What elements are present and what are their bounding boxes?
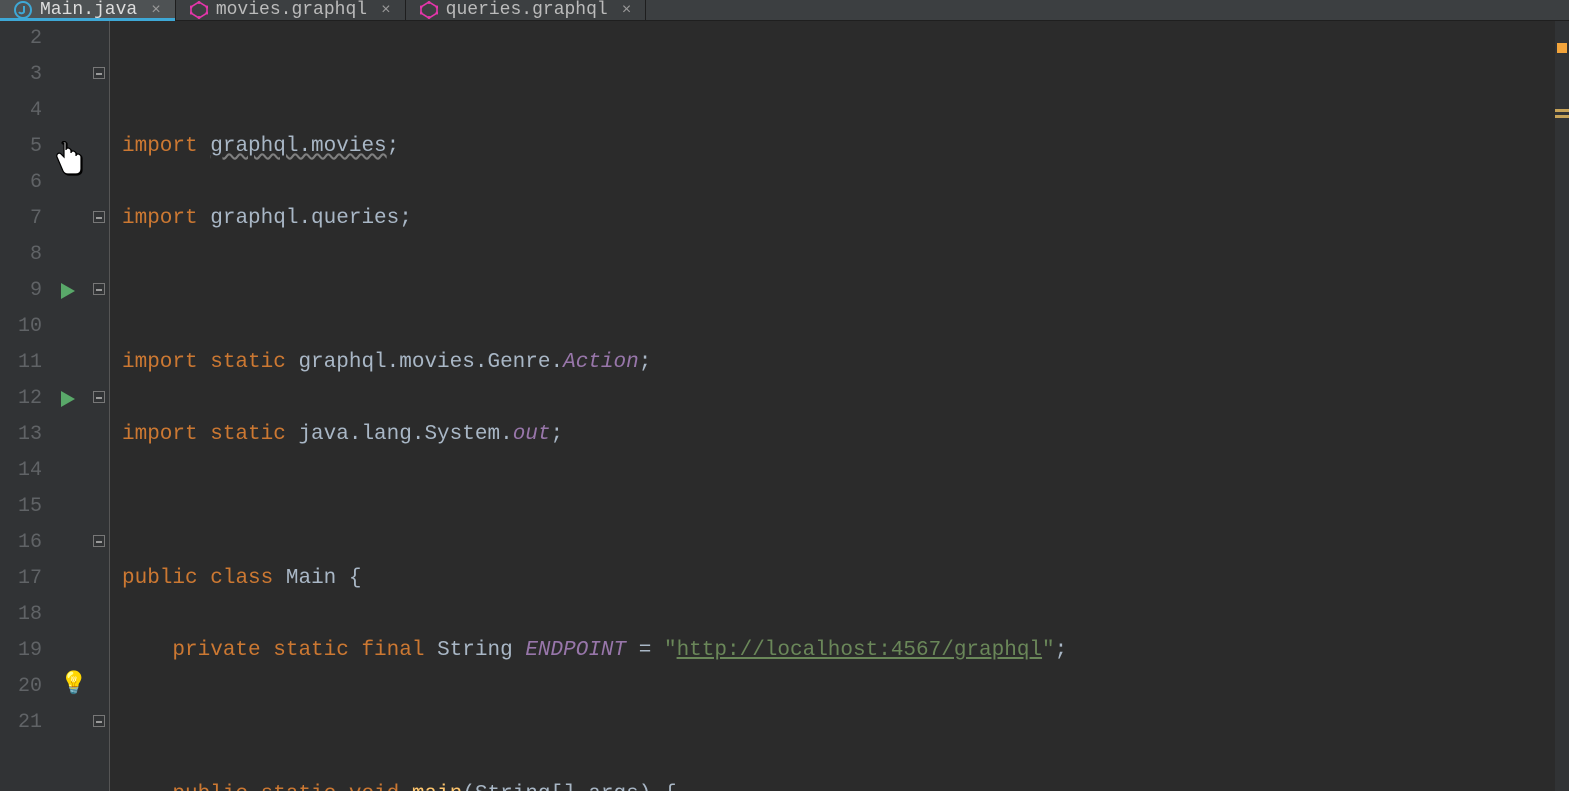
line-number: 5 (0, 129, 42, 165)
tab-label: queries.graphql (446, 0, 608, 20)
tab-label: Main.java (40, 0, 137, 20)
intention-bulb-icon[interactable]: 💡 (60, 671, 87, 697)
minimap-marker[interactable] (1555, 109, 1569, 112)
line-number: 7 (0, 201, 42, 237)
line-number-gutter[interactable]: 2 3 4 5 6 7 8 9 10 11 12 13 14 15 16 17 … (0, 21, 52, 791)
line-number: 4 (0, 93, 42, 129)
line-number: 2 (0, 21, 42, 57)
run-line-icon[interactable] (61, 391, 75, 407)
line-number: 21 (0, 705, 42, 741)
graphql-file-icon (420, 1, 438, 19)
line-number: 10 (0, 309, 42, 345)
line-number: 9 (0, 273, 42, 309)
minimap-marker[interactable] (1555, 115, 1569, 118)
tab-movies-graphql[interactable]: movies.graphql × (176, 0, 406, 20)
line-number: 17 (0, 561, 42, 597)
line-number: 3 (0, 57, 42, 93)
fold-toggle-icon[interactable] (93, 715, 105, 727)
close-icon[interactable]: × (151, 1, 161, 19)
fold-toggle-icon[interactable] (93, 391, 105, 403)
line-number: 12 (0, 381, 42, 417)
warning-marker-icon[interactable] (1557, 43, 1567, 53)
graphql-file-icon (190, 1, 208, 19)
line-number: 20 (0, 669, 42, 705)
tab-main-java[interactable]: Main.java × (0, 0, 176, 20)
editor-scrollbar[interactable] (1555, 21, 1569, 791)
line-number: 19 (0, 633, 42, 669)
line-number: 14 (0, 453, 42, 489)
line-number: 15 (0, 489, 42, 525)
java-file-icon (14, 1, 32, 19)
code-editor: Main.java × movies.graphql × queries.gra… (0, 0, 1569, 791)
fold-gutter (90, 21, 110, 791)
fold-toggle-icon[interactable] (93, 67, 105, 79)
line-number: 6 (0, 165, 42, 201)
editor-tabs: Main.java × movies.graphql × queries.gra… (0, 0, 1569, 21)
code-area[interactable]: import graphql.movies; import graphql.qu… (110, 21, 1555, 791)
line-number: 13 (0, 417, 42, 453)
tab-queries-graphql[interactable]: queries.graphql × (406, 0, 647, 20)
line-number: 11 (0, 345, 42, 381)
line-number: 16 (0, 525, 42, 561)
fold-toggle-icon[interactable] (93, 283, 105, 295)
fold-toggle-icon[interactable] (93, 211, 105, 223)
tab-label: movies.graphql (216, 0, 367, 20)
editor-body: 2 3 4 5 6 7 8 9 10 11 12 13 14 15 16 17 … (0, 21, 1569, 791)
line-number: 18 (0, 597, 42, 633)
fold-toggle-icon[interactable] (93, 535, 105, 547)
close-icon[interactable]: × (381, 1, 391, 19)
run-line-icon[interactable] (61, 283, 75, 299)
close-icon[interactable]: × (622, 1, 632, 19)
gutter-icon-strip: 💡 (52, 21, 90, 791)
line-number: 8 (0, 237, 42, 273)
